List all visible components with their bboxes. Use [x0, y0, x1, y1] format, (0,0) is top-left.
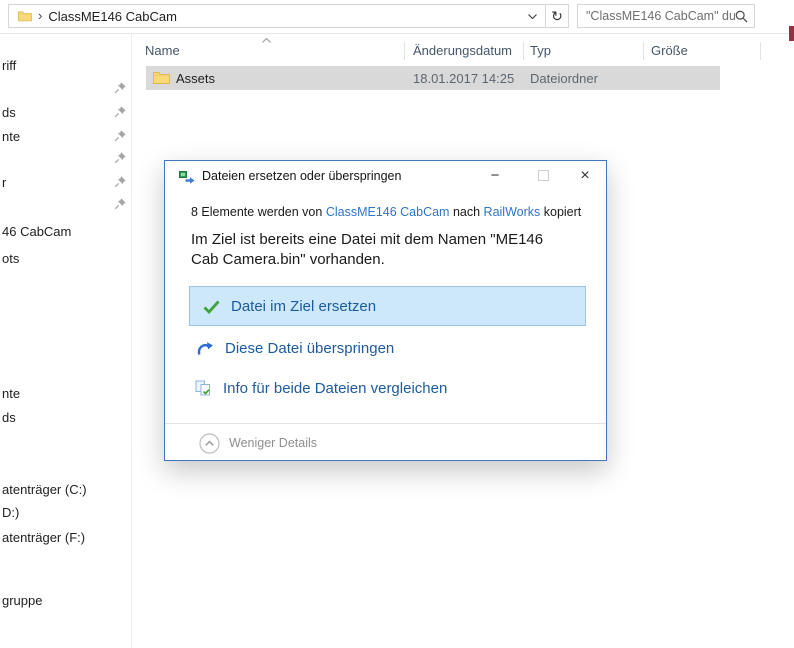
pin-icon: [114, 129, 127, 142]
column-divider[interactable]: [523, 42, 524, 60]
minimize-button[interactable]: −: [480, 162, 510, 189]
breadcrumb-chevron-icon: ›: [38, 7, 43, 23]
sidebar-item-homegroup[interactable]: gruppe: [0, 590, 131, 610]
sidebar-item-downloads-2[interactable]: ds: [0, 407, 131, 427]
option-label: Diese Datei überspringen: [225, 339, 395, 357]
sidebar-item-pinned-3[interactable]: [0, 194, 131, 214]
sort-ascending-icon: [262, 38, 271, 43]
address-bar[interactable]: › ClassME146 CabCam: [8, 4, 546, 28]
dialog-title: Dateien ersetzen oder überspringen: [202, 169, 402, 183]
fewer-details-button[interactable]: Weniger Details: [199, 432, 317, 454]
column-header-size[interactable]: Größe: [651, 43, 688, 58]
folder-icon: [18, 10, 32, 22]
search-input[interactable]: "ClassME146 CabCam" durch...: [586, 9, 735, 23]
target-folder-link[interactable]: RailWorks: [484, 205, 541, 219]
sidebar-item-drive-d[interactable]: D:): [0, 502, 131, 522]
maximize-icon: [537, 170, 549, 181]
sidebar-item-quick-access[interactable]: riff: [0, 55, 131, 75]
pin-icon: [114, 105, 127, 118]
sidebar-item-documents-2[interactable]: nte: [0, 383, 131, 403]
column-divider[interactable]: [643, 42, 644, 60]
column-divider[interactable]: [404, 42, 405, 60]
minimize-icon: −: [490, 167, 500, 184]
sidebar-item-pictures[interactable]: r: [0, 172, 131, 192]
sidebar-item-classme146-cabcam[interactable]: 46 CabCam: [0, 221, 131, 241]
pin-icon: [114, 175, 127, 188]
refresh-button[interactable]: ↻: [545, 4, 569, 28]
option-replace-file[interactable]: Datei im Ziel ersetzen: [189, 286, 586, 326]
refresh-icon: ↻: [551, 7, 563, 24]
chevron-up-circle-icon: [199, 432, 220, 454]
address-dropdown-button[interactable]: [526, 10, 539, 23]
option-skip-file[interactable]: Diese Datei überspringen: [189, 334, 586, 362]
sidebar-item-pinned-2[interactable]: [0, 148, 131, 168]
explorer-toolbar: › ClassME146 CabCam ↻ "ClassME146 CabCam…: [0, 0, 794, 34]
search-icon: [735, 10, 748, 23]
dialog-titlebar[interactable]: Dateien ersetzen oder überspringen − ×: [165, 161, 606, 192]
sidebar-divider: [131, 33, 132, 648]
fewer-details-label: Weniger Details: [229, 436, 318, 450]
sidebar-item-documents[interactable]: nte: [0, 126, 131, 146]
sidebar-item-downloads[interactable]: ds: [0, 102, 131, 122]
option-compare-files[interactable]: Info für beide Dateien vergleichen: [189, 374, 586, 402]
folder-icon: [153, 71, 170, 84]
maximize-button: [528, 162, 558, 189]
column-header-type[interactable]: Typ: [530, 43, 551, 58]
window-edge-artifact: [789, 26, 794, 41]
conflict-message: Im Ziel ist bereits eine Datei mit dem N…: [191, 231, 544, 268]
sidebar-item-drive-c[interactable]: atenträger (C:): [0, 479, 131, 499]
chevron-down-icon: [528, 13, 537, 19]
table-row-assets[interactable]: Assets 18.01.2017 14:25 Dateiordner: [146, 66, 720, 90]
pin-icon: [114, 197, 127, 210]
close-icon: ×: [580, 166, 590, 184]
breadcrumb[interactable]: ClassME146 CabCam: [48, 9, 526, 24]
column-divider[interactable]: [760, 42, 761, 60]
sidebar-item-pinned-1[interactable]: [0, 78, 131, 98]
sidebar-item-drive-f[interactable]: atenträger (F:): [0, 527, 131, 547]
source-folder-link[interactable]: ClassME146 CabCam: [326, 205, 450, 219]
search-box[interactable]: "ClassME146 CabCam" durch...: [577, 4, 755, 28]
option-label: Info für beide Dateien vergleichen: [223, 379, 448, 397]
copy-files-icon: [179, 169, 195, 184]
pin-icon: [114, 81, 127, 94]
skip-arrow-icon: [196, 340, 214, 356]
dialog-separator: [165, 423, 606, 424]
option-label: Datei im Ziel ersetzen: [231, 297, 377, 315]
column-header-date[interactable]: Änderungsdatum: [413, 43, 512, 58]
compare-files-icon: [195, 380, 212, 397]
sidebar-item-screenshots[interactable]: ots: [0, 248, 131, 268]
file-type: Dateiordner: [530, 70, 598, 86]
pin-icon: [114, 151, 127, 164]
copy-summary: 8 Elemente werden von ClassME146 CabCam …: [191, 205, 582, 219]
file-date: 18.01.2017 14:25: [413, 70, 515, 86]
file-name: Assets: [176, 70, 216, 86]
explorer-window: › ClassME146 CabCam ↻ "ClassME146 CabCam…: [0, 0, 794, 648]
check-icon: [202, 299, 221, 314]
replace-skip-dialog: Dateien ersetzen oder überspringen − × 8…: [164, 160, 607, 461]
close-button[interactable]: ×: [570, 162, 600, 189]
column-header-name[interactable]: Name: [145, 43, 180, 58]
